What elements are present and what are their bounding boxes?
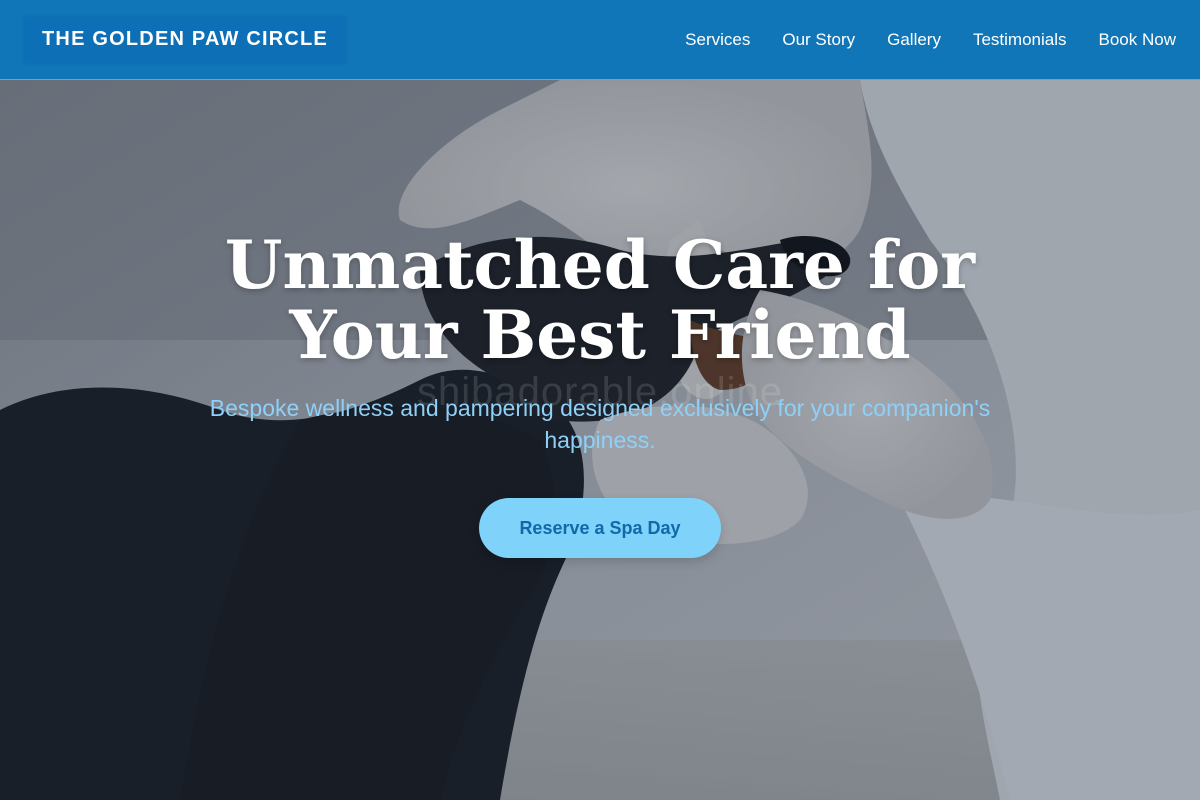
nav-link-services[interactable]: Services [685,30,750,50]
brand-logo[interactable]: THE GOLDEN PAW CIRCLE [24,16,346,63]
nav-link-testimonials[interactable]: Testimonials [973,30,1067,50]
nav-link-book-now[interactable]: Book Now [1099,30,1176,50]
nav-link-our-story[interactable]: Our Story [782,30,855,50]
nav-link-gallery[interactable]: Gallery [887,30,941,50]
hero-title: Unmatched Care for Your Best Friend [224,226,976,374]
hero-content: Unmatched Care for Your Best Friend Besp… [0,230,1200,558]
site-header: THE GOLDEN PAW CIRCLE Services Our Story… [0,0,1200,80]
hero-subtitle: Bespoke wellness and pampering designed … [209,395,991,453]
main-nav: Services Our Story Gallery Testimonials … [685,30,1176,50]
hero-section: shibadorable.online Unmatched Care for Y… [0,80,1200,800]
reserve-spa-day-button[interactable]: Reserve a Spa Day [479,498,721,558]
